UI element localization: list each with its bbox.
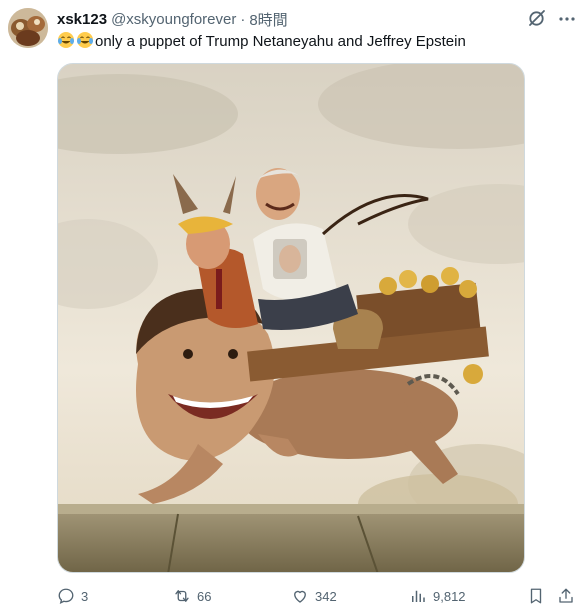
tweet-body-text: only a puppet of Trump Netaneyahu and Je…: [95, 33, 466, 50]
tears-of-joy-emoji-icon: [77, 32, 93, 48]
heart-icon: [294, 590, 306, 603]
separator-dot: ·: [240, 10, 246, 28]
bookmark-icon: [530, 588, 542, 604]
repost-icon: [175, 590, 189, 602]
tweet-text: only a puppet of Trump Netaneyahu and Je…: [57, 31, 466, 52]
action-bar: 3 66 342 9,812: [57, 585, 577, 607]
post-time[interactable]: 8時間: [249, 9, 287, 30]
reply-count: 3: [81, 588, 89, 604]
repost-count: 66: [197, 588, 212, 604]
bookmark-button[interactable]: [527, 585, 545, 607]
caricature-illustration: [58, 64, 524, 572]
repost-button[interactable]: 66: [173, 585, 211, 607]
like-button[interactable]: 342: [291, 585, 337, 607]
tears-of-joy-emoji-icon: [58, 32, 74, 48]
avatar[interactable]: [8, 8, 48, 48]
display-name[interactable]: xsk123: [57, 11, 107, 28]
user-handle[interactable]: @xskyoungforever: [111, 11, 236, 28]
more-options-icon[interactable]: [557, 9, 577, 29]
reply-button[interactable]: 3: [57, 585, 88, 607]
avatar-image: [8, 8, 48, 48]
share-icon: [559, 588, 573, 603]
views-button[interactable]: 9,812: [409, 585, 466, 607]
views-chart-icon: [412, 590, 425, 602]
tweet-post[interactable]: xsk123 @xskyoungforever · 8時間 only a pup…: [0, 0, 585, 613]
like-count: 342: [315, 588, 337, 604]
share-button[interactable]: [557, 585, 575, 607]
reply-icon: [58, 588, 74, 604]
post-header: xsk123 @xskyoungforever · 8時間: [57, 9, 288, 29]
view-count: 9,812: [433, 588, 466, 604]
media-image[interactable]: [57, 63, 525, 573]
grok-icon[interactable]: [527, 8, 547, 28]
